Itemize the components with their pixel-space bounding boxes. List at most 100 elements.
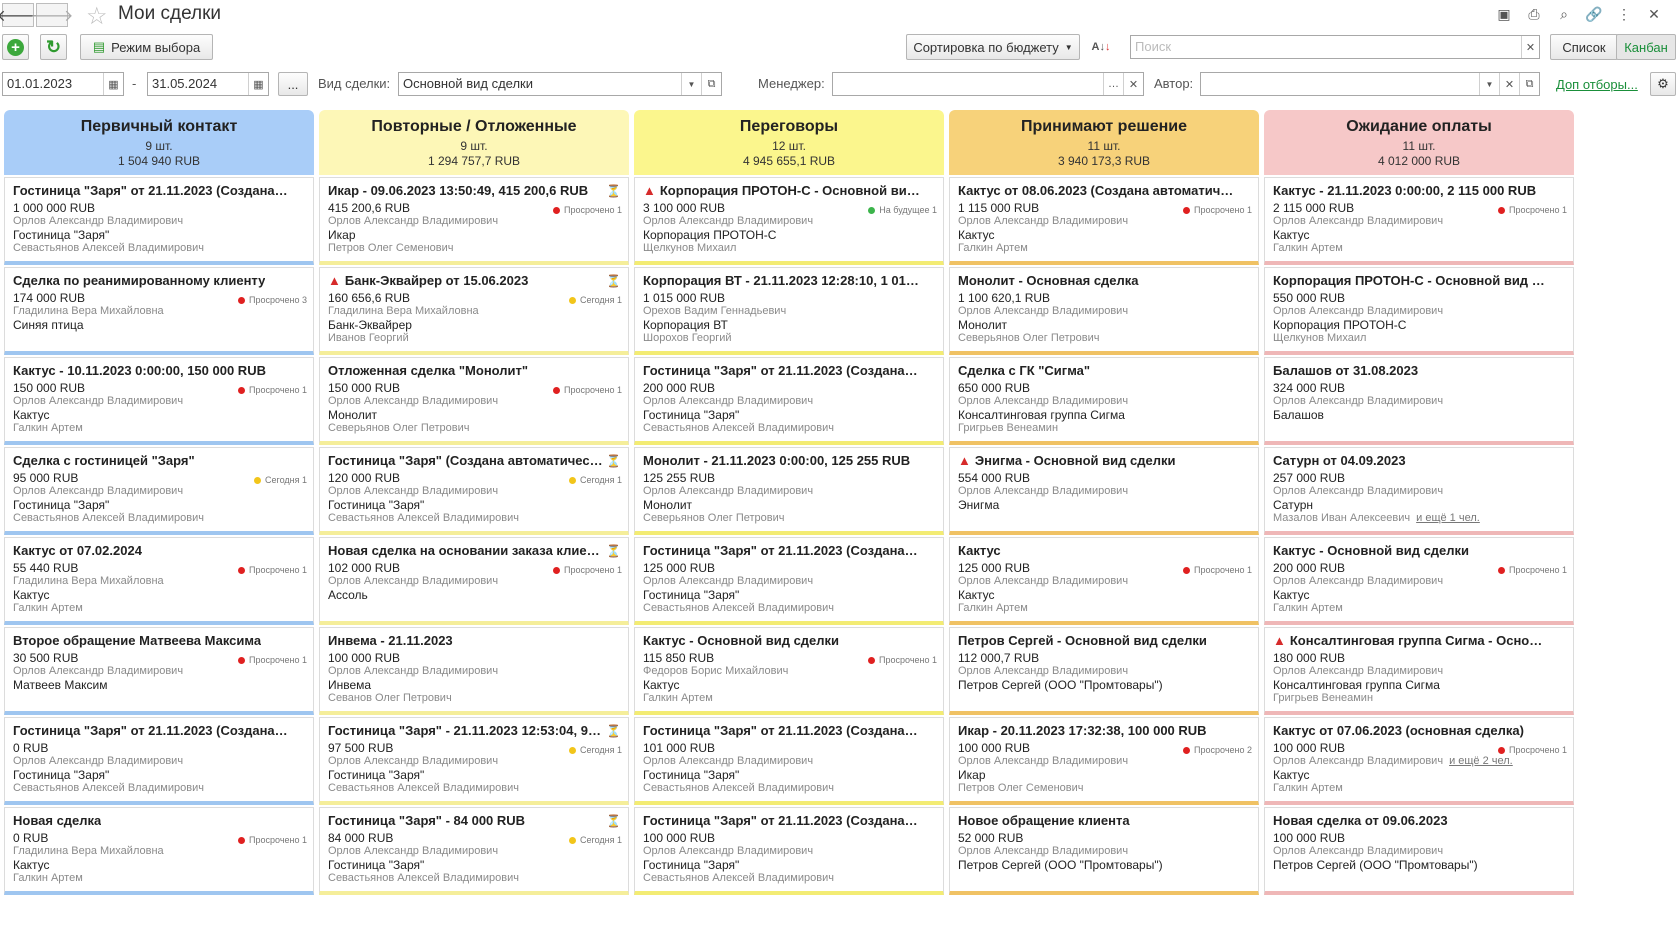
deal-card[interactable]: Монолит - Основная сделка 1 100 620,1 RUB…: [949, 267, 1259, 355]
deal-card[interactable]: Сделка с ГК "Сигма" 650 000 RUB Орлов Алек…: [949, 357, 1259, 445]
close-icon[interactable]: ✕: [1644, 4, 1664, 24]
deal-card[interactable]: Петров Сергей - Основной вид сделки 112 0…: [949, 627, 1259, 715]
deal-card[interactable]: Гостиница "Заря" от 21.11.2023 (Создана …: [4, 177, 314, 265]
card-author-name: Севастьянов Алексей Владимирович: [643, 872, 834, 884]
caret-down-icon[interactable]: ▼: [1479, 73, 1499, 95]
more-people-link[interactable]: и ещё 1 чел.: [1416, 512, 1480, 524]
deal-card[interactable]: Новая сделка 0 RUB Гладилина Вера Михайлов…: [4, 807, 314, 895]
card-client: Ассоль: [328, 588, 368, 602]
deal-card[interactable]: Кактус от 08.06.2023 (Создана автоматиче…: [949, 177, 1259, 265]
more-filters-link[interactable]: Доп отборы...: [1556, 77, 1638, 92]
selection-mode-button[interactable]: ▤ Режим выбора: [80, 34, 213, 60]
more-people-link[interactable]: и ещё 2 чел.: [1449, 755, 1513, 767]
column-header[interactable]: Первичный контакт 9 шт. 1 504 940 RUB: [4, 110, 314, 175]
deal-card[interactable]: Икар - 09.06.2023 13:50:49, 415 200,6 RU…: [319, 177, 629, 265]
card-amount: 100 000 RUB: [643, 831, 716, 845]
deal-card[interactable]: Второе обращение Матвеева Максима 30 500 …: [4, 627, 314, 715]
deal-card[interactable]: Гостиница "Заря" (Создана автоматически)…: [319, 447, 629, 535]
kanban-column: Повторные / Отложенные 9 шт. 1 294 757,7 R…: [319, 110, 629, 926]
period-select-button[interactable]: ...: [278, 72, 308, 96]
deal-card[interactable]: Кактус 125 000 RUB Орлов Александр Владими…: [949, 537, 1259, 625]
card-client: Банк-Эквайрер: [328, 318, 412, 332]
deal-card[interactable]: Новое обращение клиента 52 000 RUB Орлов А…: [949, 807, 1259, 895]
deal-card[interactable]: Сделка по реанимированному клиенту 174 00…: [4, 267, 314, 355]
author-field[interactable]: ▼ ✕ ⧉: [1200, 72, 1540, 96]
calendar-icon[interactable]: ▦: [248, 73, 268, 95]
deal-card[interactable]: ▲ Консалтинговая группа Сигма - Основной.…: [1264, 627, 1574, 715]
view-kanban-button[interactable]: Канбан: [1616, 34, 1676, 60]
column-header[interactable]: Принимают решение 11 шт. 3 940 173,3 RUB: [949, 110, 1259, 175]
deal-card[interactable]: Балашов от 31.08.2023 324 000 RUB Орлов Ал…: [1264, 357, 1574, 445]
card-title-text: Новая сделка: [13, 813, 102, 828]
deal-card[interactable]: Гостиница "Заря" от 21.11.2023 (Создана …: [4, 717, 314, 805]
deal-card[interactable]: Кактус от 07.06.2023 (основная сделка) 10…: [1264, 717, 1574, 805]
deal-card[interactable]: Корпорация ПРОТОН-С - Основной вид сделк…: [1264, 267, 1574, 355]
deal-card[interactable]: Гостиница "Заря" - 84 000 RUB ⏳ 84 000 RUB…: [319, 807, 629, 895]
deal-card[interactable]: Гостиница "Заря" от 21.11.2023 (Создана …: [634, 717, 944, 805]
card-title-text: Корпорация ВТ - 21.11.2023 12:28:10, 1 0…: [643, 273, 920, 288]
card-amount: 550 000 RUB: [1273, 291, 1346, 305]
favorite-star-icon[interactable]: ☆: [86, 2, 108, 31]
card-manager: Орлов Александр Владимирович: [328, 395, 621, 407]
deal-card[interactable]: Кактус - 10.11.2023 0:00:00, 150 000 RUB…: [4, 357, 314, 445]
deal-card[interactable]: Монолит - 21.11.2023 0:00:00, 125 255 RU…: [634, 447, 944, 535]
deal-card[interactable]: Сатурн от 04.09.2023 257 000 RUB Орлов Але…: [1264, 447, 1574, 535]
card-author-name: Севастьянов Алексей Владимирович: [643, 422, 834, 434]
sort-order-icon[interactable]: A↓ ↓: [1090, 36, 1112, 58]
deal-card[interactable]: Гостиница "Заря" от 21.11.2023 (Создана …: [634, 357, 944, 445]
date-from-field[interactable]: 01.01.2023 ▦: [2, 72, 124, 96]
clear-icon[interactable]: ✕: [1521, 36, 1539, 58]
title-bar: 🡐 🡒 ☆ Мои сделки ▣ ⎙ ⌕ 🔗 ⋮ ✕: [0, 0, 1678, 31]
deal-card[interactable]: Инвема - 21.11.2023 100 000 RUB Орлов Алек…: [319, 627, 629, 715]
task-status-text: Просрочено 1: [249, 565, 307, 575]
deal-card[interactable]: ▲ Корпорация ПРОТОН-С - Основной вид сд..…: [634, 177, 944, 265]
deal-card[interactable]: ▲ Банк-Эквайрер от 15.06.2023 ⏳ 160 656,6 R…: [319, 267, 629, 355]
card-author-name: Северьянов Олег Петрович: [328, 422, 470, 434]
date-to-field[interactable]: 31.05.2024 ▦: [147, 72, 269, 96]
card-author: Севастьянов Алексей Владимирович: [643, 782, 936, 794]
sort-dropdown[interactable]: Сортировка по бюджету ▼: [906, 34, 1080, 60]
deal-card[interactable]: Гостиница "Заря" - 21.11.2023 12:53:04, …: [319, 717, 629, 805]
caret-down-icon[interactable]: ▼: [681, 73, 701, 95]
deal-card[interactable]: Отложенная сделка "Монолит" 150 000 RUB Ор…: [319, 357, 629, 445]
deal-card[interactable]: Сделка с гостиницей "Заря" 95 000 RUB Орло…: [4, 447, 314, 535]
link-icon[interactable]: 🔗: [1584, 4, 1604, 24]
settings-button[interactable]: ⚙: [1650, 72, 1676, 96]
column-header[interactable]: Переговоры 12 шт. 4 945 655,1 RUB: [634, 110, 944, 175]
create-button[interactable]: +: [2, 34, 29, 60]
deal-card[interactable]: Кактус - 21.11.2023 0:00:00, 2 115 000 R…: [1264, 177, 1574, 265]
deal-card[interactable]: Кактус - Основной вид сделки 115 850 RUB Ф…: [634, 627, 944, 715]
deal-card[interactable]: Новая сделка от 09.06.2023 100 000 RUB Орл…: [1264, 807, 1574, 895]
deal-card[interactable]: Икар - 20.11.2023 17:32:38, 100 000 RUB 1…: [949, 717, 1259, 805]
column-header[interactable]: Ожидание оплаты 11 шт. 4 012 000 RUB: [1264, 110, 1574, 175]
refresh-button[interactable]: ↻: [40, 34, 67, 60]
status-dot-icon: [569, 296, 576, 304]
preview-icon[interactable]: ⌕: [1554, 4, 1574, 24]
select-dots-icon[interactable]: …: [1103, 73, 1123, 95]
print-icon[interactable]: ⎙: [1524, 4, 1544, 24]
card-amount: 125 000 RUB: [643, 561, 716, 575]
calendar-icon[interactable]: ▦: [103, 73, 123, 95]
clear-icon[interactable]: ✕: [1123, 73, 1143, 95]
back-button[interactable]: 🡐: [0, 3, 39, 27]
view-list-button[interactable]: Список: [1550, 34, 1618, 60]
open-icon[interactable]: ⧉: [701, 73, 721, 95]
deal-card[interactable]: Кактус от 07.02.2024 55 440 RUB Гладилина …: [4, 537, 314, 625]
deal-card[interactable]: Гостиница "Заря" от 21.11.2023 (Создана …: [634, 807, 944, 895]
forward-button[interactable]: 🡒: [31, 3, 73, 27]
column-header[interactable]: Повторные / Отложенные 9 шт. 1 294 757,7 R…: [319, 110, 629, 175]
deal-type-field[interactable]: Основной вид сделки ▼ ⧉: [398, 72, 722, 96]
deal-card[interactable]: ▲ Энигма - Основной вид сделки 554 000 RUB…: [949, 447, 1259, 535]
manager-field[interactable]: … ✕: [832, 72, 1144, 96]
card-title: Новая сделка на основании заказа клиента: [328, 543, 621, 558]
open-icon[interactable]: ⧉: [1519, 73, 1539, 95]
column-count: 9 шт.: [145, 139, 173, 153]
deal-card[interactable]: Корпорация ВТ - 21.11.2023 12:28:10, 1 0…: [634, 267, 944, 355]
save-icon[interactable]: ▣: [1494, 4, 1514, 24]
search-input[interactable]: Поиск ✕: [1130, 35, 1540, 59]
deal-card[interactable]: Новая сделка на основании заказа клиента…: [319, 537, 629, 625]
deal-card[interactable]: Кактус - Основной вид сделки 200 000 RUB О…: [1264, 537, 1574, 625]
deal-card[interactable]: Гостиница "Заря" от 21.11.2023 (Создана …: [634, 537, 944, 625]
clear-icon[interactable]: ✕: [1499, 73, 1519, 95]
more-vert-icon[interactable]: ⋮: [1614, 4, 1634, 24]
